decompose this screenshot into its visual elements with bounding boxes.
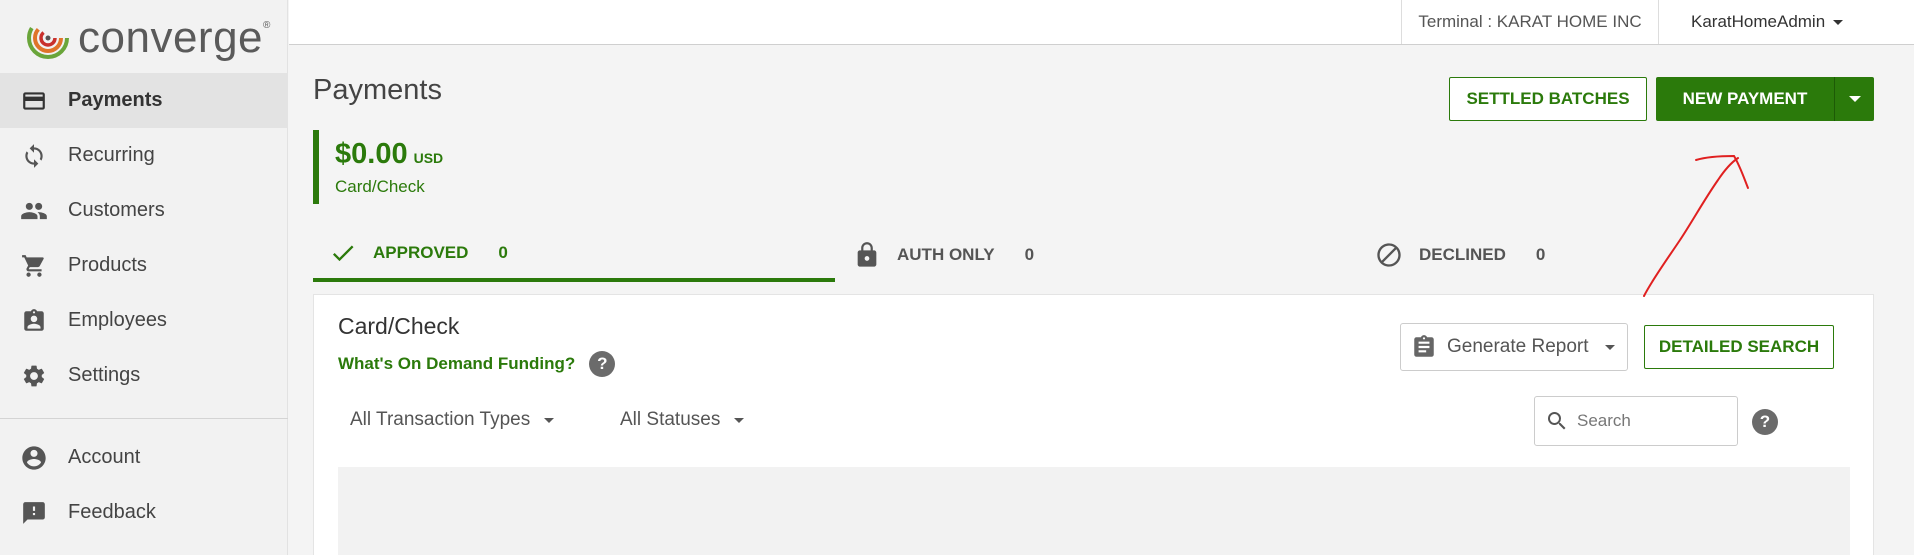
- badge-icon: [20, 307, 48, 335]
- top-bar: Terminal : KARAT HOME INC KaratHomeAdmin: [289, 0, 1914, 45]
- sidebar-item-employees[interactable]: Employees: [0, 293, 288, 348]
- chevron-down-icon: [1604, 344, 1615, 350]
- sidebar-item-settings[interactable]: Settings: [0, 348, 288, 403]
- sidebar-item-label: Feedback: [68, 501, 156, 523]
- detailed-search-button[interactable]: DETAILED SEARCH: [1644, 325, 1834, 369]
- chevron-down-icon: [1848, 96, 1861, 102]
- chevron-down-icon: [1833, 19, 1844, 25]
- tab-count: 0: [1535, 245, 1546, 264]
- sidebar-item-label: Recurring: [68, 144, 155, 166]
- people-icon: [20, 197, 48, 225]
- sidebar-secondary-nav: Account Feedback: [0, 430, 288, 540]
- sidebar-item-account[interactable]: Account: [0, 430, 288, 485]
- clipboard-icon: [1414, 335, 1434, 357]
- new-payment-dropdown-toggle[interactable]: [1834, 77, 1874, 121]
- sidebar-item-feedback[interactable]: Feedback: [0, 485, 288, 540]
- refresh-icon: [20, 142, 48, 170]
- amount-currency: USD: [413, 150, 444, 166]
- tab-label: APPROVED: [373, 243, 469, 262]
- terminal-label[interactable]: Terminal : KARAT HOME INC: [1401, 0, 1659, 44]
- new-payment-split-button: NEW PAYMENT: [1656, 77, 1874, 121]
- on-demand-funding-link[interactable]: What's On Demand Funding? ?: [338, 351, 616, 377]
- account-circle-icon: [20, 444, 48, 472]
- check-icon: [332, 245, 354, 262]
- logo-text: converge: [78, 13, 264, 62]
- on-demand-funding-label: What's On Demand Funding?: [338, 354, 576, 373]
- amount-subtitle: Card/Check: [335, 177, 425, 196]
- tab-label: DECLINED: [1419, 245, 1506, 264]
- settled-batches-button[interactable]: SETTLED BATCHES: [1449, 77, 1647, 121]
- generate-report-dropdown[interactable]: Generate Report: [1400, 323, 1628, 371]
- search-help-icon[interactable]: ?: [1752, 409, 1778, 435]
- search-input[interactable]: [1577, 411, 1737, 431]
- tab-approved[interactable]: APPROVED 0: [313, 228, 835, 282]
- converge-logo-icon: [27, 17, 69, 59]
- block-icon: [1377, 243, 1401, 267]
- generate-report-label: Generate Report: [1447, 336, 1589, 357]
- panel-title: Card/Check: [338, 313, 460, 339]
- tab-count: 0: [1024, 245, 1035, 264]
- transactions-panel: Card/Check What's On Demand Funding? ? G…: [313, 294, 1874, 555]
- chevron-down-icon: [544, 417, 555, 423]
- tab-declined[interactable]: DECLINED 0: [1375, 228, 1545, 282]
- sidebar-item-customers[interactable]: Customers: [0, 183, 288, 238]
- sidebar-item-label: Settings: [68, 364, 141, 386]
- sidebar-nav: Payments Recurring Customers Products Em…: [0, 73, 288, 403]
- tab-count: 0: [498, 243, 508, 262]
- page-title: Payments: [313, 74, 442, 106]
- statuses-label: All Statuses: [620, 409, 721, 430]
- sidebar-item-label: Employees: [68, 309, 167, 331]
- sidebar-item-label: Payments: [68, 89, 163, 111]
- sidebar-item-payments[interactable]: Payments: [0, 73, 288, 128]
- amount-summary: $0.00 USD Card/Check: [313, 130, 443, 204]
- sidebar-item-label: Customers: [68, 199, 165, 221]
- search-icon: [1548, 412, 1566, 430]
- sidebar-item-label: Products: [68, 254, 147, 276]
- logo-registered-mark: ®: [263, 20, 271, 31]
- sidebar-item-recurring[interactable]: Recurring: [0, 128, 288, 183]
- transaction-types-label: All Transaction Types: [350, 409, 531, 430]
- new-payment-button[interactable]: NEW PAYMENT: [1656, 77, 1834, 121]
- tab-auth-only[interactable]: AUTH ONLY 0: [853, 228, 1034, 282]
- credit-card-icon: [20, 87, 48, 115]
- lock-icon: [857, 242, 877, 267]
- sidebar-divider: [0, 418, 288, 419]
- gear-icon: [20, 362, 48, 390]
- status-tabs: APPROVED 0 AUTH ONLY 0 DECLINED 0: [313, 228, 1873, 282]
- transactions-grid: [338, 467, 1850, 555]
- transaction-types-filter[interactable]: All Transaction Types: [350, 409, 555, 431]
- amount-value: $0.00: [335, 138, 408, 170]
- sidebar: converge ® Payments Recurring Customers: [0, 0, 288, 555]
- feedback-icon: [20, 499, 48, 527]
- cart-icon: [20, 252, 48, 280]
- sidebar-item-label: Account: [68, 446, 141, 468]
- converge-logo[interactable]: converge ®: [26, 10, 270, 66]
- sidebar-item-products[interactable]: Products: [0, 238, 288, 293]
- tab-label: AUTH ONLY: [897, 245, 995, 264]
- statuses-filter[interactable]: All Statuses: [620, 409, 745, 431]
- chevron-down-icon: [734, 417, 745, 423]
- user-menu[interactable]: KaratHomeAdmin: [1691, 0, 1844, 44]
- help-icon[interactable]: ?: [589, 351, 616, 377]
- user-name: KaratHomeAdmin: [1691, 12, 1826, 31]
- search-box[interactable]: [1534, 396, 1738, 446]
